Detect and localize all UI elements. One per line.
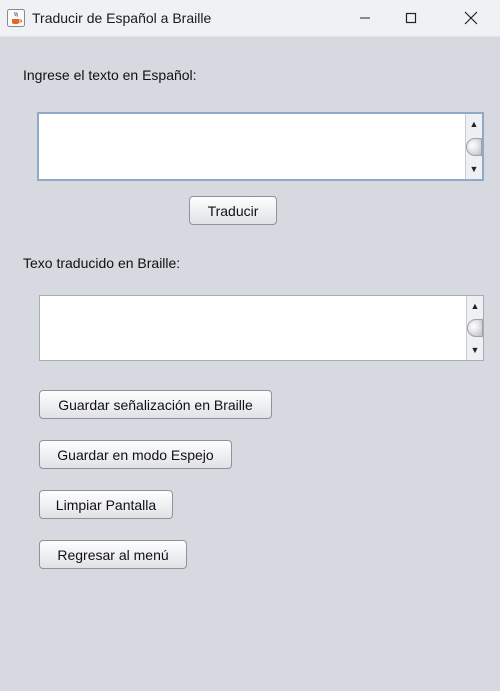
spanish-text-area[interactable]: ▲ ▼	[37, 112, 484, 181]
translate-button[interactable]: Traducir	[189, 196, 277, 225]
scroll-down-arrow-icon[interactable]: ▼	[466, 162, 482, 176]
input-label: Ingrese el texto en Español:	[23, 67, 197, 83]
output-scrollbar[interactable]: ▲ ▼	[466, 296, 483, 360]
scroll-up-arrow-icon[interactable]: ▲	[466, 117, 482, 131]
back-to-menu-button[interactable]: Regresar al menú	[39, 540, 187, 569]
output-label: Texo traducido en Braille:	[23, 255, 181, 271]
input-scrollbar[interactable]: ▲ ▼	[465, 114, 482, 179]
clear-screen-button[interactable]: Limpiar Pantalla	[39, 490, 173, 519]
close-icon	[464, 11, 478, 25]
minimize-button[interactable]	[342, 0, 388, 36]
minimize-icon	[360, 17, 370, 19]
braille-text-output[interactable]	[40, 296, 466, 360]
scroll-thumb[interactable]	[467, 319, 483, 337]
java-cup-icon	[7, 9, 25, 27]
save-mirror-button[interactable]: Guardar en modo Espejo	[39, 440, 232, 469]
close-button[interactable]	[448, 0, 494, 36]
scroll-thumb[interactable]	[466, 138, 482, 156]
spanish-text-input[interactable]	[39, 114, 463, 179]
braille-text-area[interactable]: ▲ ▼	[39, 295, 484, 361]
title-bar: Traducir de Español a Braille	[0, 0, 500, 37]
save-braille-button[interactable]: Guardar señalización en Braille	[39, 390, 272, 419]
maximize-button[interactable]	[388, 0, 434, 36]
maximize-icon	[405, 12, 417, 24]
window-title: Traducir de Español a Braille	[32, 10, 212, 26]
scroll-up-arrow-icon[interactable]: ▲	[467, 299, 483, 313]
scroll-down-arrow-icon[interactable]: ▼	[467, 343, 483, 357]
